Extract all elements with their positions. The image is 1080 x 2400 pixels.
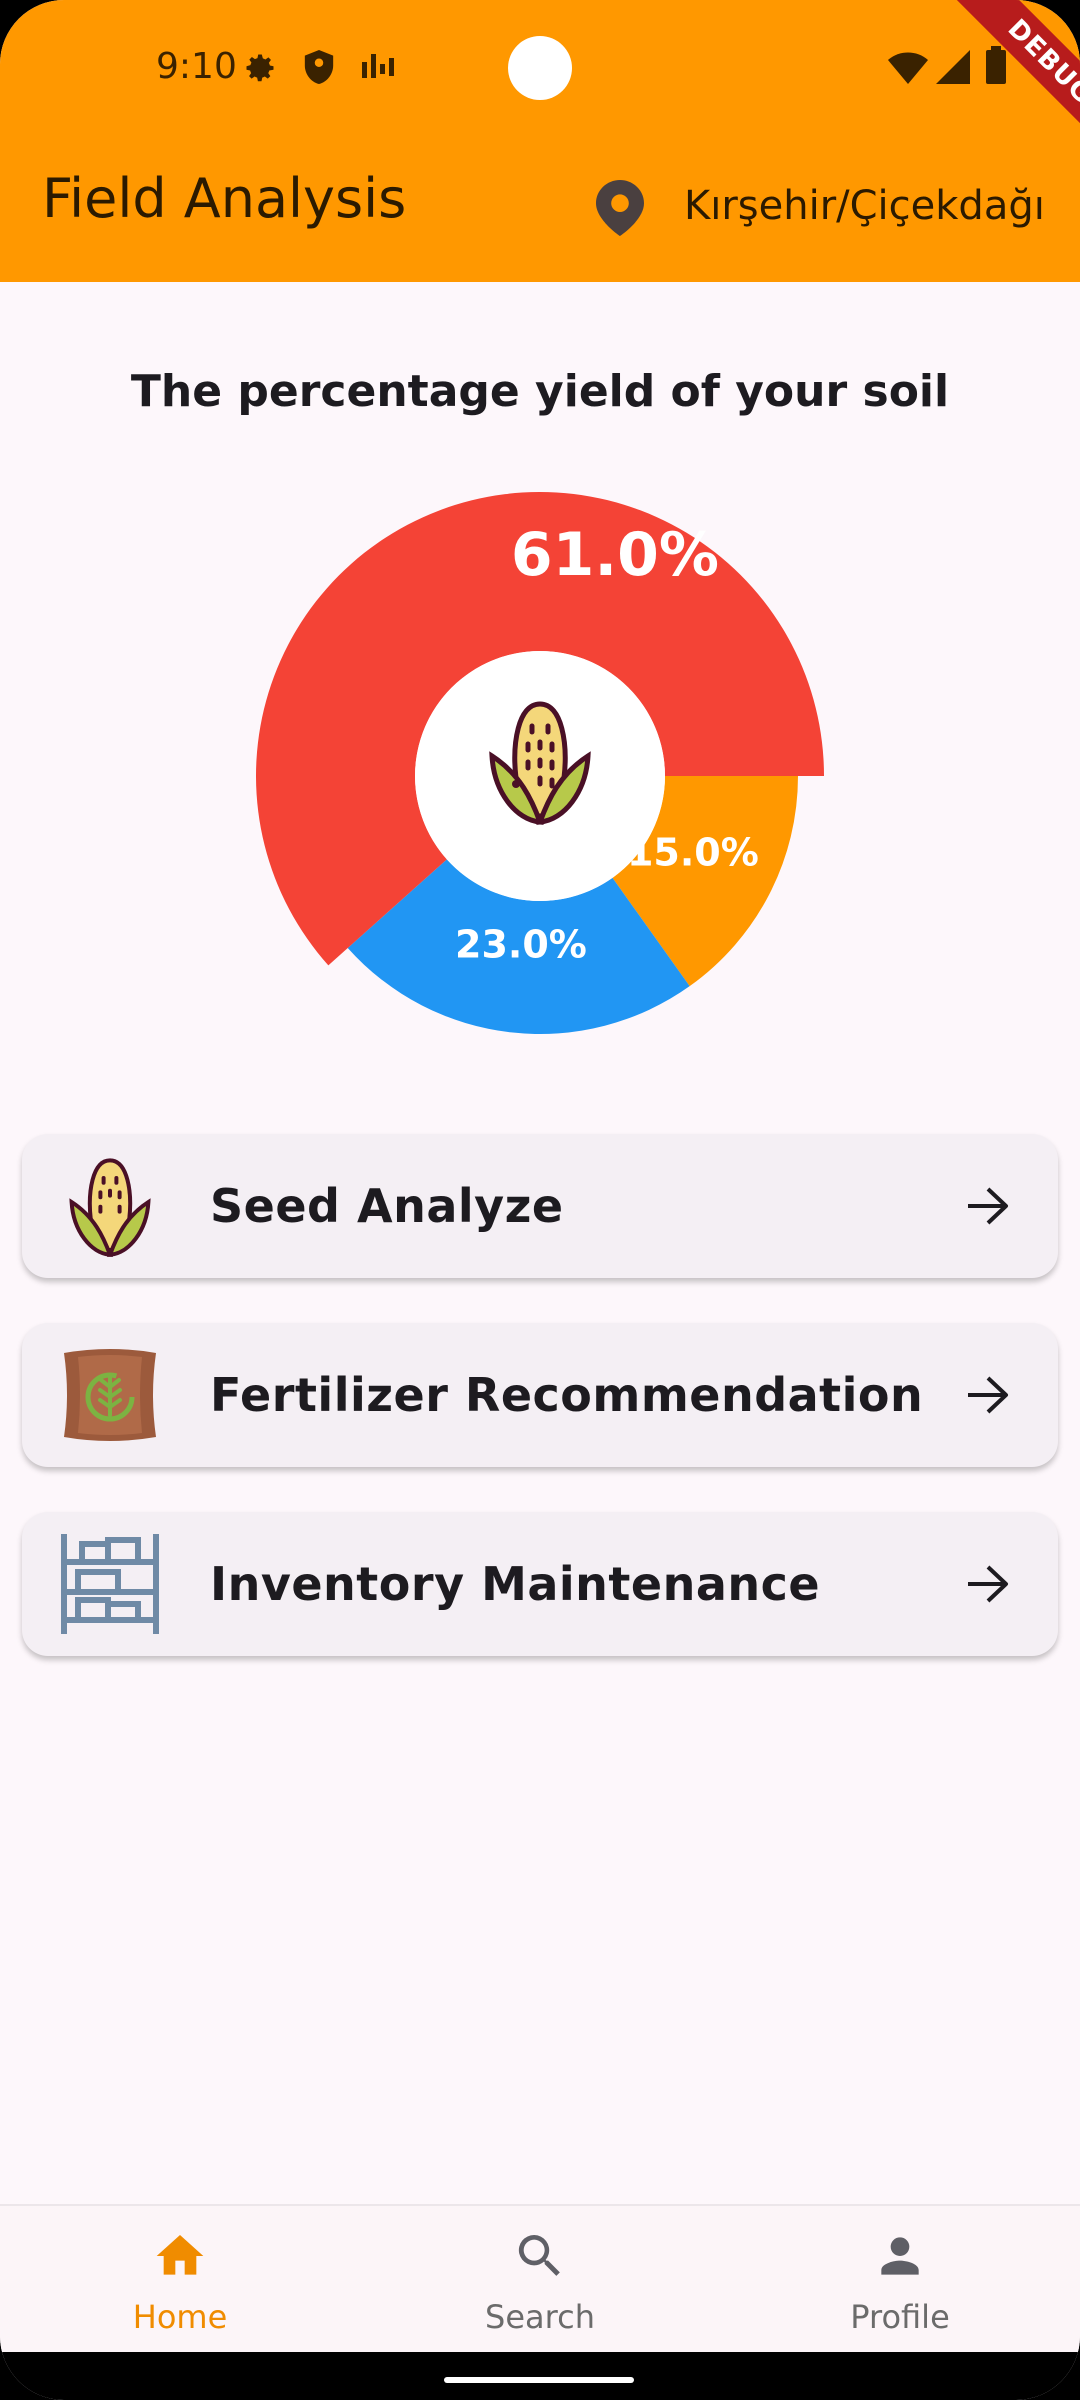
corn-icon	[69, 1158, 151, 1258]
fertilizer-bag-icon	[64, 1349, 156, 1441]
arrow-right-icon	[968, 1187, 1008, 1225]
slice-label: 23.0%	[455, 922, 587, 966]
battery-icon	[986, 46, 1006, 84]
home-gesture-bar[interactable]	[444, 2377, 634, 2383]
yield-donut-chart: 15.0%23.0%61.0%	[256, 492, 824, 1034]
home-icon	[156, 2235, 204, 2275]
bottom-navigation: Home Search Profile	[0, 2204, 1080, 2354]
nav-home-label: Home	[132, 2298, 228, 2336]
arrow-right-icon	[968, 1565, 1008, 1603]
nav-profile-label: Profile	[850, 2298, 950, 2336]
shield-icon	[304, 50, 334, 84]
status-time: 9:10	[156, 46, 237, 87]
gesture-area	[0, 2352, 1080, 2400]
nav-home[interactable]: Home	[0, 2206, 360, 2354]
inventory-maintenance-card[interactable]: Inventory Maintenance	[22, 1512, 1058, 1656]
nav-profile[interactable]: Profile	[720, 2206, 1080, 2354]
cell-signal-icon	[936, 50, 970, 84]
fertilizer-recommendation-label: Fertilizer Recommendation	[210, 1368, 924, 1422]
camera-cutout	[508, 36, 572, 100]
inventory-maintenance-label: Inventory Maintenance	[210, 1557, 821, 1611]
nav-search-label: Search	[485, 2298, 595, 2336]
shelf-icon	[61, 1534, 159, 1634]
debug-banner: DEBUG	[928, 0, 1080, 184]
location-label[interactable]: Kırşehir/Çiçekdağı	[684, 186, 1045, 226]
settings-icon	[246, 54, 274, 82]
search-icon	[518, 2235, 560, 2276]
page-title: Field Analysis	[42, 167, 407, 230]
signal-bars-icon	[362, 54, 394, 78]
seed-analyze-card[interactable]: Seed Analyze	[22, 1134, 1058, 1278]
nav-search[interactable]: Search	[360, 2206, 720, 2354]
chart-title: The percentage yield of your soil	[130, 366, 950, 417]
app-screen: 9:10 DEBUG Field Analysis Kırşehir/Çiçek…	[0, 0, 1080, 2400]
seed-analyze-label: Seed Analyze	[210, 1179, 564, 1233]
slice-label: 61.0%	[511, 520, 719, 590]
wifi-icon	[888, 52, 928, 84]
profile-icon	[881, 2237, 919, 2275]
fertilizer-recommendation-card[interactable]: Fertilizer Recommendation	[22, 1323, 1058, 1467]
app-bar: 9:10 DEBUG Field Analysis Kırşehir/Çiçek…	[0, 0, 1080, 282]
location-pin-icon[interactable]	[596, 180, 644, 236]
arrow-right-icon	[968, 1376, 1008, 1414]
